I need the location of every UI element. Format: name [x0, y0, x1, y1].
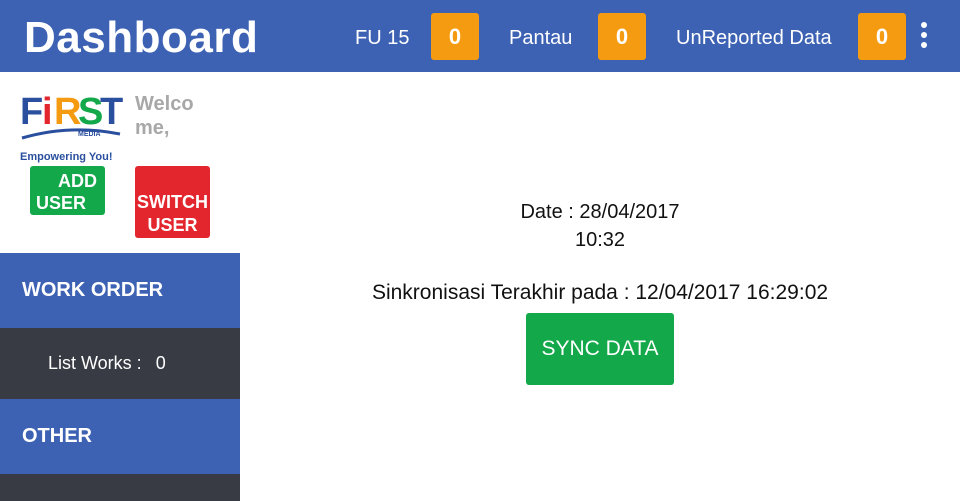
switch-user-label-2: USER	[147, 215, 198, 235]
svg-text:F: F	[20, 91, 43, 133]
fu15-label: FU 15	[355, 27, 410, 49]
pantau-label: Pantau	[509, 27, 573, 49]
add-user-button[interactable]: ADD USER	[30, 166, 105, 215]
page-title: Dashboard	[24, 13, 259, 62]
welcome-text: Welcome,	[135, 93, 194, 139]
main-content: Date : 28/04/2017 10:32 Sinkronisasi Ter…	[240, 72, 960, 501]
list-works-label: List Works :	[48, 353, 142, 373]
nav-item-partial[interactable]	[0, 474, 240, 501]
unreported-count-badge[interactable]: 0	[858, 13, 906, 60]
list-works-count: 0	[155, 353, 166, 373]
switch-user-button[interactable]: SWITCH USER	[135, 166, 210, 238]
sync-data-button[interactable]: SYNC DATA	[526, 313, 674, 385]
nav-other[interactable]: OTHER	[0, 399, 240, 474]
unreported-label: UnReported Data	[676, 27, 832, 49]
svg-text:MEDIA: MEDIA	[78, 131, 101, 138]
add-user-label-1: ADD	[58, 171, 97, 191]
nav-list-works[interactable]: List Works : 0	[0, 328, 240, 399]
svg-text:Empowering You!: Empowering You!	[20, 151, 113, 163]
date-text: Date : 28/04/2017	[520, 201, 680, 223]
nav-work-order[interactable]: WORK ORDER	[0, 253, 240, 328]
pantau-count-badge[interactable]: 0	[598, 13, 646, 60]
switch-user-label-1: SWITCH	[137, 192, 208, 212]
svg-text:T: T	[100, 91, 123, 133]
more-vertical-icon[interactable]	[914, 22, 934, 52]
fu15-count-badge[interactable]: 0	[431, 13, 479, 60]
time-text: 10:32	[574, 229, 626, 251]
last-sync-text: Sinkronisasi Terakhir pada : 12/04/2017 …	[371, 281, 829, 304]
sidebar: F i R S T MEDIA Empowering You! Welcome,…	[0, 72, 240, 501]
svg-text:i: i	[42, 91, 53, 133]
add-user-label-2: USER	[36, 193, 87, 213]
app-bar: Dashboard FU 15 0 Pantau 0 UnReported Da…	[0, 0, 960, 72]
first-media-logo: F i R S T MEDIA Empowering You!	[16, 84, 124, 164]
